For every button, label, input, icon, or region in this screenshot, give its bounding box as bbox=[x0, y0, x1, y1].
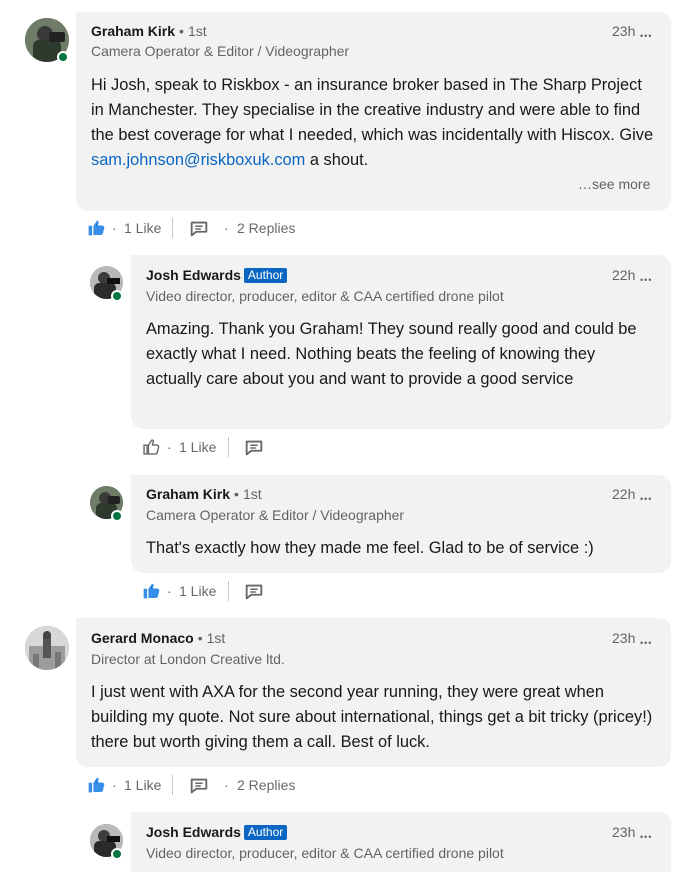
author-badge: Author bbox=[243, 268, 288, 283]
reply-bubble bbox=[131, 812, 671, 872]
like-icon[interactable] bbox=[86, 217, 107, 238]
comment-actions: · 1 Like · 2 Replies bbox=[86, 216, 386, 240]
ellipsis-icon[interactable]: ••• bbox=[640, 275, 652, 285]
see-more-link[interactable]: …see more bbox=[578, 176, 650, 192]
online-status-indicator bbox=[111, 290, 123, 302]
connection-degree: 1st bbox=[242, 486, 262, 502]
author-headline: Director at London Creative ltd. bbox=[91, 651, 285, 667]
divider bbox=[228, 581, 229, 601]
comment-author-line: Graham Kirk • 1st bbox=[91, 23, 207, 39]
reply-timestamp: 22h bbox=[612, 267, 636, 283]
reply-text: That's exactly how they made me feel. Gl… bbox=[146, 539, 594, 557]
author-name[interactable]: Josh Edwards bbox=[146, 267, 241, 283]
comment-icon[interactable] bbox=[188, 775, 210, 797]
comment-icon[interactable] bbox=[243, 437, 265, 459]
comment-icon[interactable] bbox=[188, 218, 210, 240]
like-count[interactable]: 1 Like bbox=[124, 216, 161, 240]
reply-text: Amazing. Thank you Graham! They sound re… bbox=[146, 320, 637, 388]
avatar[interactable] bbox=[25, 626, 69, 670]
author-name[interactable]: Gerard Monaco bbox=[91, 630, 194, 646]
like-outline-icon[interactable] bbox=[141, 436, 162, 457]
like-count[interactable]: 1 Like bbox=[179, 435, 216, 459]
action-dot: · bbox=[224, 220, 229, 236]
reply-author-line: Josh Edwards Author bbox=[146, 267, 288, 283]
comment-timestamp: 23h bbox=[612, 23, 636, 39]
online-status-indicator bbox=[111, 510, 123, 522]
avatar-image bbox=[25, 626, 69, 670]
reply-timestamp: 23h bbox=[612, 824, 636, 840]
action-dot: · bbox=[167, 439, 172, 455]
divider bbox=[228, 437, 229, 457]
comment-timestamp: 23h bbox=[612, 630, 636, 646]
comment-item: Graham Kirk • 1st Camera Operator & Editor… bbox=[0, 0, 693, 245]
online-status-indicator bbox=[57, 51, 69, 63]
action-dot: · bbox=[112, 220, 117, 236]
like-count[interactable]: 1 Like bbox=[179, 579, 216, 603]
author-headline: Video director, producer, editor & CAA c… bbox=[146, 288, 504, 304]
ellipsis-icon[interactable]: ••• bbox=[640, 31, 652, 41]
action-dot: · bbox=[224, 777, 229, 793]
author-name[interactable]: Josh Edwards bbox=[146, 824, 241, 840]
comment-text-part: Hi Josh, speak to Riskbox - an insurance… bbox=[91, 76, 654, 144]
author-name[interactable]: Graham Kirk bbox=[146, 486, 230, 502]
ellipsis-icon[interactable]: ••• bbox=[640, 638, 652, 648]
reply-count[interactable]: 2 Replies bbox=[237, 216, 295, 240]
reply-count[interactable]: 2 Replies bbox=[237, 773, 295, 797]
author-name[interactable]: Graham Kirk bbox=[91, 23, 175, 39]
like-count[interactable]: 1 Like bbox=[124, 773, 161, 797]
separator-dot: • bbox=[197, 630, 203, 646]
comment-author-line: Gerard Monaco • 1st bbox=[91, 630, 225, 646]
divider bbox=[172, 218, 173, 238]
reply-author-line: Josh Edwards Author bbox=[146, 824, 288, 840]
reply-author-line: Graham Kirk • 1st bbox=[146, 486, 262, 502]
comment-text: Hi Josh, speak to Riskbox - an insurance… bbox=[91, 73, 657, 173]
online-status-indicator bbox=[111, 848, 123, 860]
divider bbox=[172, 775, 173, 795]
separator-dot: • bbox=[234, 486, 239, 502]
reply-timestamp: 22h bbox=[612, 486, 636, 502]
connection-degree: 1st bbox=[206, 630, 226, 646]
comment-actions: · 1 Like · 2 Replies bbox=[86, 773, 386, 797]
reply-actions: · 1 Like bbox=[141, 579, 341, 603]
author-headline: Camera Operator & Editor / Videographer bbox=[91, 43, 350, 59]
ellipsis-icon[interactable]: ••• bbox=[640, 494, 652, 504]
action-dot: · bbox=[112, 777, 117, 793]
connection-degree: 1st bbox=[187, 23, 207, 39]
author-badge: Author bbox=[243, 825, 288, 840]
comment-text-part: a shout. bbox=[305, 151, 369, 169]
author-headline: Camera Operator & Editor / Videographer bbox=[146, 507, 405, 523]
author-headline: Video director, producer, editor & CAA c… bbox=[146, 845, 504, 861]
ellipsis-icon[interactable]: ••• bbox=[640, 832, 652, 842]
action-dot: · bbox=[167, 583, 172, 599]
like-icon[interactable] bbox=[141, 580, 162, 601]
reply-actions: · 1 Like bbox=[141, 435, 341, 459]
comment-icon[interactable] bbox=[243, 581, 265, 603]
comment-text: I just went with AXA for the second year… bbox=[91, 683, 653, 751]
separator-dot: • bbox=[179, 23, 184, 39]
email-link[interactable]: sam.johnson@riskboxuk.com bbox=[91, 151, 305, 169]
like-icon[interactable] bbox=[86, 774, 107, 795]
